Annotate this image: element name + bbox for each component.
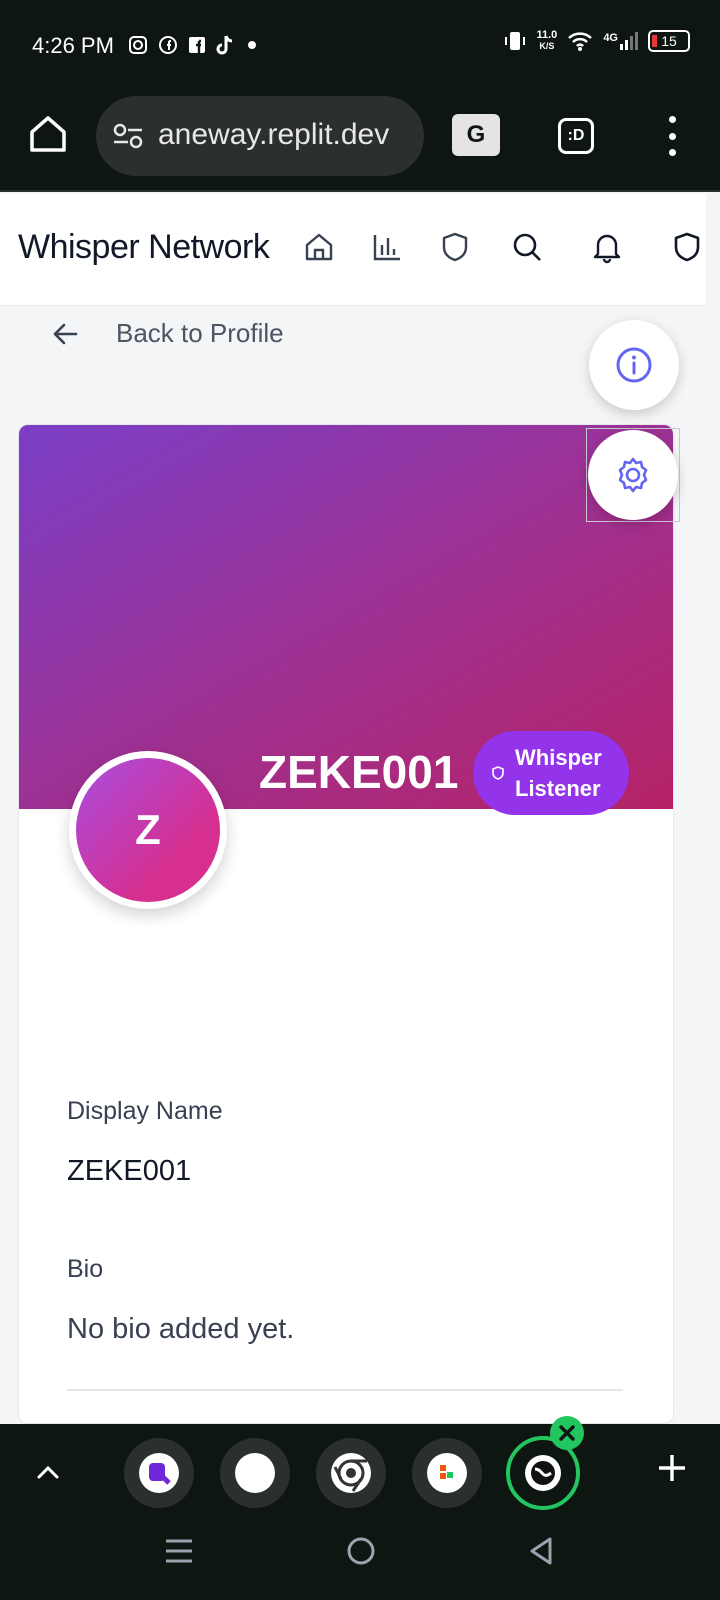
bio-label: Bio — [67, 1255, 104, 1283]
system-status: 11.0 K/S 4G 15 — [503, 30, 690, 52]
battery-level: 15 — [661, 33, 677, 49]
info-icon — [616, 347, 652, 383]
home-icon[interactable] — [302, 230, 336, 264]
back-label: Back to Profile — [116, 318, 284, 348]
vibrate-icon — [504, 32, 525, 50]
notification-icons — [128, 34, 258, 56]
status-time: 4:26 PM — [32, 33, 114, 58]
brand-title[interactable]: Whisper Network — [18, 228, 270, 267]
bio-value: No bio added yet. — [67, 1313, 295, 1345]
badge-line-2: Listener — [515, 776, 601, 801]
shield-icon[interactable] — [438, 230, 472, 264]
translate-button[interactable]: G — [452, 114, 500, 156]
site-settings-icon[interactable] — [112, 122, 144, 150]
avatar-initial: Z — [135, 806, 161, 853]
app-logo-icon — [427, 1453, 467, 1493]
instagram-icon — [129, 36, 147, 54]
speed-unit: K/S — [539, 41, 555, 51]
app-logo-icon — [235, 1453, 275, 1493]
network-speed: 11.0 K/S — [537, 30, 558, 52]
browser-toolbar: aneway.replit.dev G :D — [0, 92, 720, 192]
recents-icon[interactable] — [162, 1534, 196, 1568]
dot-icon — [248, 41, 256, 49]
tab-count: :D — [567, 127, 585, 144]
dock-app-2[interactable] — [220, 1438, 290, 1508]
shield-icon[interactable] — [670, 230, 704, 264]
display-name-value: ZEKE001 — [67, 1155, 192, 1187]
close-app-icon[interactable] — [550, 1416, 584, 1450]
browser-menu-icon[interactable] — [662, 116, 682, 156]
search-icon[interactable] — [510, 230, 544, 264]
translate-icon: G — [466, 121, 486, 148]
signal-icon: 4G — [603, 32, 638, 50]
wifi-icon — [568, 32, 593, 51]
avatar: Z — [69, 751, 227, 909]
arrow-left-icon — [53, 323, 78, 344]
plus-icon[interactable] — [656, 1452, 688, 1484]
facebook-icon — [159, 36, 177, 54]
url-text: aneway.replit.dev — [158, 118, 390, 151]
badge-line-1: Whisper — [515, 745, 602, 770]
app-header: Whisper Network — [0, 194, 706, 306]
address-bar[interactable]: aneway.replit.dev — [96, 96, 424, 176]
chevron-up-icon[interactable] — [34, 1458, 62, 1486]
profile-card: Z ZEKE001 Whisper Listener Display Name … — [18, 424, 674, 1424]
app-dock — [0, 1416, 720, 1600]
divider — [67, 1389, 623, 1391]
tab-switcher-button[interactable]: :D — [558, 118, 594, 154]
dock-app-1[interactable] — [124, 1438, 194, 1508]
app-logo-icon — [139, 1453, 179, 1493]
shield-icon — [492, 766, 504, 780]
settings-button[interactable] — [588, 430, 678, 520]
back-triangle-icon[interactable] — [524, 1534, 558, 1568]
info-button[interactable] — [589, 320, 679, 410]
dock-app-4[interactable] — [412, 1438, 482, 1508]
display-name-label: Display Name — [67, 1097, 223, 1125]
role-badge: Whisper Listener — [473, 731, 629, 815]
network-type: 4G — [603, 32, 618, 44]
chrome-icon — [331, 1453, 371, 1493]
speed-value: 11.0 — [536, 29, 558, 41]
dock-app-chrome[interactable] — [316, 1438, 386, 1508]
browser-home-icon[interactable] — [26, 112, 70, 156]
tiktok-icon — [216, 35, 233, 55]
gear-icon — [618, 457, 648, 493]
bar-chart-icon[interactable] — [370, 230, 404, 264]
browser-globe-icon — [525, 1455, 561, 1491]
back-to-profile-link[interactable]: Back to Profile — [50, 318, 284, 349]
facebook-square-icon — [189, 37, 205, 53]
home-circle-icon[interactable] — [344, 1534, 378, 1568]
bell-icon[interactable] — [590, 230, 624, 264]
status-bar: 4:26 PM 11.0 K/S 4G 15 — [0, 0, 720, 92]
username: ZEKE001 — [259, 746, 459, 798]
battery-indicator: 15 — [648, 30, 690, 52]
